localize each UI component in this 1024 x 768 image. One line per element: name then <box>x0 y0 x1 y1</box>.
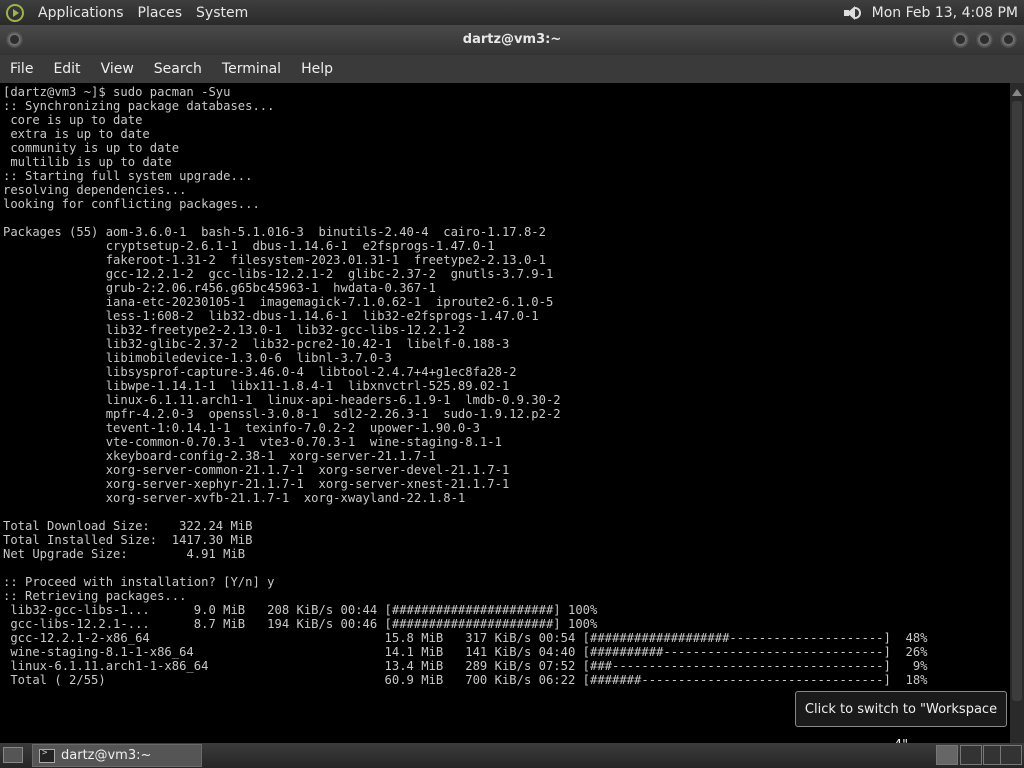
window-title: dartz@vm3:~ <box>462 32 562 47</box>
volume-icon[interactable] <box>842 5 862 21</box>
bottom-panel: dartz@vm3:~ <box>0 743 1024 768</box>
menu-view[interactable]: View <box>91 61 144 77</box>
top-panel-menus: Applications Places System <box>6 0 248 25</box>
menu-terminal[interactable]: Terminal <box>212 61 291 77</box>
menu-search[interactable]: Search <box>144 61 212 77</box>
top-panel-tray: Mon Feb 13, 4:08 PM <box>842 0 1018 25</box>
taskbar-item-terminal[interactable]: dartz@vm3:~ <box>32 744 202 767</box>
menu-help[interactable]: Help <box>291 61 343 77</box>
workspace-1[interactable] <box>936 745 958 765</box>
menu-places[interactable]: Places <box>138 5 183 21</box>
top-panel: Applications Places System Mon Feb 13, 4… <box>0 0 1024 25</box>
clock[interactable]: Mon Feb 13, 4:08 PM <box>872 5 1018 21</box>
close-icon[interactable] <box>1000 31 1017 48</box>
taskbar-item-label: dartz@vm3:~ <box>61 748 152 763</box>
workspace-tooltip: Click to switch to "Workspace 4" <box>795 691 1007 753</box>
menu-system[interactable]: System <box>196 5 248 21</box>
show-desktop-icon[interactable] <box>3 747 23 763</box>
terminal-scrollbar[interactable] <box>1010 83 1024 743</box>
terminal-output-area[interactable]: [dartz@vm3 ~]$ sudo pacman -Syu :: Synch… <box>0 83 1010 743</box>
window-titlebar[interactable]: dartz@vm3:~ <box>0 25 1024 55</box>
minimize-icon[interactable] <box>952 31 969 48</box>
terminal-window: dartz@vm3:~ File Edit View Search Termin… <box>0 25 1024 743</box>
menu-edit[interactable]: Edit <box>43 61 90 77</box>
distro-logo-icon[interactable] <box>6 3 24 22</box>
terminal-icon <box>39 748 55 763</box>
menu-applications[interactable]: Applications <box>38 5 124 21</box>
maximize-icon[interactable] <box>976 31 993 48</box>
workspace-4[interactable] <box>1000 745 1022 765</box>
scrollbar-thumb[interactable] <box>1012 101 1022 701</box>
terminal-output: [dartz@vm3 ~]$ sudo pacman -Syu :: Synch… <box>3 85 928 687</box>
scroll-up-arrow-icon[interactable] <box>1012 89 1022 96</box>
menubar: File Edit View Search Terminal Help <box>0 55 1024 83</box>
menu-file[interactable]: File <box>0 61 43 77</box>
workspace-2[interactable] <box>960 745 982 765</box>
